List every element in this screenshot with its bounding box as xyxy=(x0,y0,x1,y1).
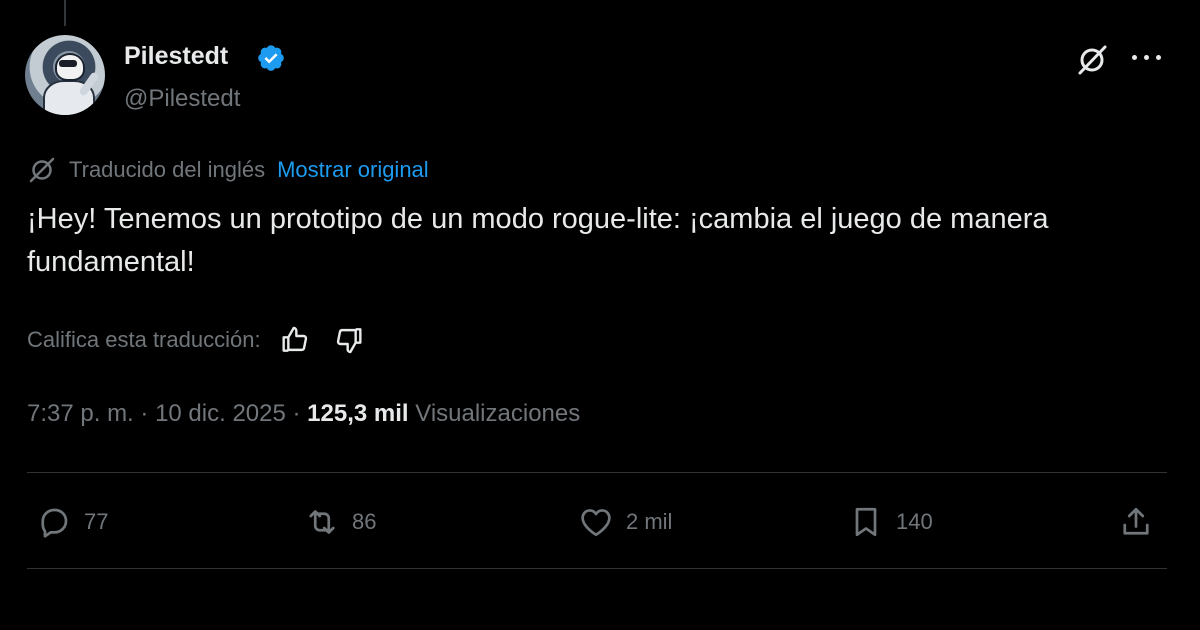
views-count: 125,3 mil xyxy=(307,400,409,427)
meta-separator: · xyxy=(133,400,156,427)
share-icon xyxy=(1123,507,1149,535)
author-handle[interactable]: @Pilestedt xyxy=(124,85,240,113)
avatar[interactable] xyxy=(25,35,105,115)
reply-button[interactable]: 77 xyxy=(36,500,108,544)
views-label: Visualizaciones xyxy=(415,400,581,427)
show-original-link[interactable]: Mostrar original xyxy=(277,157,429,183)
avatar-figure-helmet xyxy=(55,53,85,81)
avatar-figure-visor xyxy=(59,60,77,67)
heart-icon xyxy=(581,509,611,537)
reply-count: 77 xyxy=(84,509,109,534)
translation-rating: Califica esta traducción: xyxy=(27,322,379,358)
bookmark-icon xyxy=(855,507,877,537)
tweet-text: ¡Hey! Tenemos un prototipo de un modo ro… xyxy=(27,203,1049,278)
translation-notice: Traducido del inglés Mostrar original xyxy=(27,155,429,185)
divider-top xyxy=(27,472,1167,473)
translated-from-label: Traducido del inglés xyxy=(69,157,266,182)
tweet-time[interactable]: 7:37 p. m. xyxy=(27,400,134,428)
meta-spacer xyxy=(409,400,416,428)
more-icon xyxy=(1132,55,1137,60)
bookmark-button[interactable]: 140 xyxy=(848,500,933,544)
tweet-date[interactable]: 10 dic. 2025 xyxy=(155,400,286,428)
verified-badge-icon[interactable] xyxy=(256,43,286,73)
repost-button[interactable]: 86 xyxy=(304,500,376,544)
translate-icon xyxy=(29,157,55,183)
repost-icon xyxy=(309,510,335,534)
thumbs-up-icon[interactable] xyxy=(279,324,311,356)
like-button[interactable]: 2 mil xyxy=(578,500,672,544)
rate-translation-label: Califica esta traducción: xyxy=(27,327,261,352)
share-button[interactable] xyxy=(1118,500,1166,544)
like-count: 2 mil xyxy=(626,509,673,534)
author-display-name[interactable]: Pilestedt xyxy=(124,42,228,71)
bookmark-count: 140 xyxy=(896,509,933,534)
divider-bottom xyxy=(27,568,1167,569)
tweet-metadata: 7:37 p. m. · 10 dic. 2025 · 125,3 mil Vi… xyxy=(27,400,580,428)
more-icon-dot xyxy=(1144,55,1149,60)
repost-count: 86 xyxy=(352,509,377,534)
grok-icon[interactable] xyxy=(1074,42,1110,78)
reply-icon xyxy=(41,508,68,538)
thread-connector-line xyxy=(64,0,66,26)
thumbs-down-icon[interactable] xyxy=(333,324,365,356)
meta-separator: · xyxy=(285,400,308,427)
more-icon-dot xyxy=(1156,55,1161,60)
more-options-button[interactable] xyxy=(1130,42,1164,72)
